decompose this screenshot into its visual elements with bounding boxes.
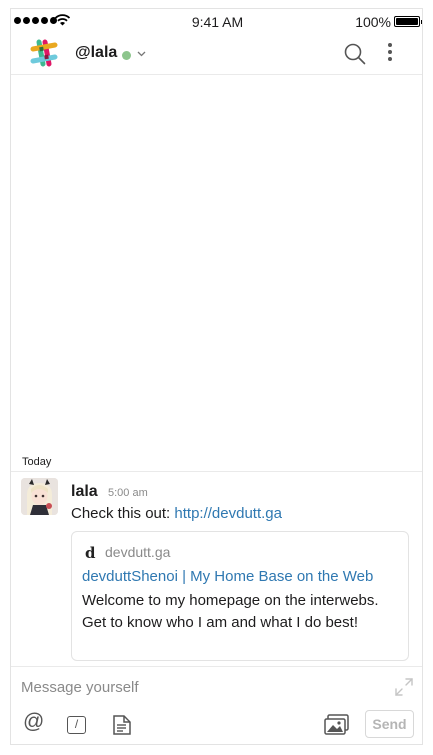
battery-percent: 100% <box>355 14 391 30</box>
message-author[interactable]: lala <box>71 483 98 501</box>
more-vertical-icon[interactable] <box>388 43 392 61</box>
slack-logo-icon[interactable] <box>29 38 59 68</box>
composer-divider <box>11 666 422 667</box>
avatar[interactable] <box>21 478 58 515</box>
presence-indicator <box>122 51 131 60</box>
day-divider <box>11 471 422 472</box>
preview-site-name: devdutt.ga <box>105 544 171 560</box>
site-favicon: d <box>85 544 96 562</box>
message-timestamp: 5:00 am <box>108 487 148 499</box>
app-frame: 9:41 AM 100% @lala Today lala 5:00 am Ch… <box>10 8 423 745</box>
conversation-header: @lala <box>11 35 422 75</box>
status-bar: 9:41 AM 100% <box>11 9 422 35</box>
day-divider-label: Today <box>22 456 52 468</box>
preview-title-link[interactable]: devduttShenoi | My Home Base on the Web <box>82 568 373 585</box>
snippet-file-icon[interactable] <box>112 714 132 736</box>
message-text: Check this out: <box>71 505 175 522</box>
search-icon[interactable] <box>344 43 366 65</box>
battery-icon <box>394 16 422 27</box>
expand-icon[interactable] <box>395 678 413 696</box>
message-input[interactable] <box>21 675 381 699</box>
slash-command-button[interactable]: / <box>67 716 86 734</box>
chevron-down-icon[interactable] <box>137 51 146 57</box>
at-mention-button[interactable]: @ <box>23 711 44 733</box>
link-preview-card[interactable]: d devdutt.ga devduttShenoi | My Home Bas… <box>71 531 409 661</box>
image-upload-icon[interactable] <box>324 714 350 736</box>
send-button[interactable]: Send <box>365 710 414 738</box>
preview-description: Welcome to my homepage on the interwebs.… <box>82 592 379 631</box>
conversation-title[interactable]: @lala <box>75 44 117 62</box>
message-link[interactable]: http://devdutt.ga <box>174 505 282 522</box>
message-body: Check this out: http://devdutt.ga <box>71 505 282 522</box>
